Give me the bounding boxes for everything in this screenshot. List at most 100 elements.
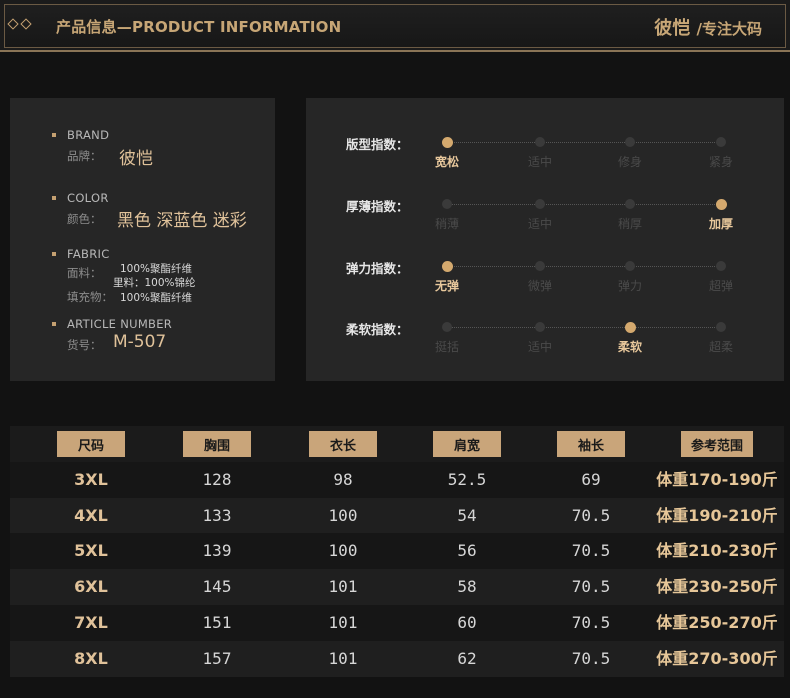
table-row: 6XL 145 101 58 70.5 体重230-250斤 bbox=[10, 569, 784, 605]
fabric-label-1: 面料： bbox=[67, 266, 102, 280]
table-cell: 4XL bbox=[74, 506, 108, 525]
fabric-label-en: FABRIC bbox=[67, 247, 110, 261]
table-cell: 体重250-270斤 bbox=[656, 613, 778, 632]
index-option-label: 超弹 bbox=[708, 279, 734, 293]
table-cell: 69 bbox=[581, 470, 601, 489]
fabric-label-3: 填充物： bbox=[67, 290, 113, 304]
table-cell: 70.5 bbox=[571, 541, 611, 560]
table-cell: 70.5 bbox=[571, 649, 611, 668]
index-option-label: 柔软 bbox=[617, 340, 643, 354]
brand-value: 彼恺 bbox=[119, 149, 153, 169]
table-cell: 98 bbox=[333, 470, 353, 489]
index-dot bbox=[535, 261, 545, 271]
index-option-label: 稍薄 bbox=[434, 217, 460, 231]
bullet-icon bbox=[52, 252, 56, 256]
index-track bbox=[447, 266, 721, 267]
table-cell: 8XL bbox=[74, 649, 108, 668]
index-option-label: 弹力 bbox=[617, 279, 643, 293]
bullet-icon bbox=[52, 196, 56, 200]
table-cell: 101 bbox=[328, 649, 358, 668]
index-option-label: 适中 bbox=[527, 217, 553, 231]
index-option-label: 宽松 bbox=[434, 155, 460, 169]
fit-index-panel: 版型指数： 宽松 适中 修身 紧身 厚薄指数： 稍薄 适中 稍厚 加厚 弹力指数： 无弹 微弹 弹力 超弹柔… bbox=[306, 98, 784, 381]
index-dot bbox=[535, 322, 545, 332]
index-dot-selected bbox=[715, 198, 727, 210]
color-label-cn: 颜色： bbox=[67, 212, 102, 226]
article-value: M-507 bbox=[113, 332, 167, 352]
bullet-icon bbox=[52, 133, 56, 137]
table-column-header: 衣长 bbox=[309, 431, 377, 457]
section-title: 产品信息—PRODUCT INFORMATION bbox=[56, 18, 342, 36]
index-track bbox=[447, 204, 721, 205]
table-cell: 100 bbox=[328, 541, 358, 560]
fabric-value-1: 100%聚酯纤维 bbox=[120, 263, 193, 275]
table-cell: 体重190-210斤 bbox=[656, 506, 778, 525]
table-cell: 54 bbox=[457, 506, 477, 525]
fabric-value-2: 里料：100%锦纶 bbox=[113, 277, 196, 289]
table-cell: 151 bbox=[202, 613, 232, 632]
index-label: 弹力指数： bbox=[346, 261, 409, 276]
table-row: 7XL 151 101 60 70.5 体重250-270斤 bbox=[10, 605, 784, 641]
index-option-label: 适中 bbox=[527, 340, 553, 354]
index-dot bbox=[625, 199, 635, 209]
index-option-label: 加厚 bbox=[708, 217, 734, 231]
table-cell: 133 bbox=[202, 506, 232, 525]
index-option-label: 无弹 bbox=[434, 279, 460, 293]
table-cell: 体重230-250斤 bbox=[656, 577, 778, 596]
table-cell: 128 bbox=[202, 470, 232, 489]
table-cell: 3XL bbox=[74, 470, 108, 489]
index-option-label: 紧身 bbox=[708, 155, 734, 169]
index-label: 厚薄指数： bbox=[346, 199, 409, 214]
article-label-cn: 货号： bbox=[67, 338, 102, 352]
table-cell: 62 bbox=[457, 649, 477, 668]
table-column-header: 袖长 bbox=[557, 431, 625, 457]
index-option-label: 适中 bbox=[527, 155, 553, 169]
index-dot bbox=[442, 322, 452, 332]
index-option-label: 稍厚 bbox=[617, 217, 643, 231]
index-label: 版型指数： bbox=[346, 137, 409, 152]
color-value: 黑色 深蓝色 迷彩 bbox=[117, 211, 247, 231]
fabric-value-3: 100%聚酯纤维 bbox=[120, 292, 193, 304]
table-cell: 60 bbox=[457, 613, 477, 632]
color-label-en: COLOR bbox=[67, 191, 109, 205]
index-label: 柔软指数： bbox=[346, 322, 409, 337]
table-column-header: 肩宽 bbox=[433, 431, 501, 457]
index-dot bbox=[716, 137, 726, 147]
brand-label-en: BRAND bbox=[67, 128, 110, 142]
index-track bbox=[447, 327, 721, 328]
index-dot bbox=[716, 261, 726, 271]
table-cell: 70.5 bbox=[571, 577, 611, 596]
table-column-header: 参考范围 bbox=[681, 431, 753, 457]
index-option-label: 超柔 bbox=[708, 340, 734, 354]
table-cell: 157 bbox=[202, 649, 232, 668]
table-header-row bbox=[10, 426, 784, 462]
index-option-label: 挺括 bbox=[434, 340, 460, 354]
index-track bbox=[447, 142, 721, 143]
table-cell: 100 bbox=[328, 506, 358, 525]
diamond-ornament-icon bbox=[7, 18, 35, 31]
header-bar: 产品信息—PRODUCT INFORMATION 彼恺 /专注大码 bbox=[0, 0, 790, 52]
table-cell: 体重270-300斤 bbox=[656, 649, 778, 668]
table-column-header: 胸围 bbox=[183, 431, 251, 457]
table-cell: 139 bbox=[202, 541, 232, 560]
index-dot bbox=[442, 199, 452, 209]
index-dot-selected bbox=[441, 136, 453, 148]
index-dot bbox=[625, 261, 635, 271]
table-row: 5XL 139 100 56 70.5 体重210-230斤 bbox=[10, 533, 784, 569]
header-divider bbox=[0, 50, 790, 52]
table-cell: 52.5 bbox=[447, 470, 487, 489]
table-cell: 56 bbox=[457, 541, 477, 560]
index-dot bbox=[535, 199, 545, 209]
brand-label-cn: 品牌： bbox=[67, 149, 102, 163]
table-cell: 101 bbox=[328, 613, 358, 632]
slogan: /专注大码 bbox=[696, 20, 762, 38]
index-dot-selected bbox=[624, 321, 636, 333]
table-row: 4XL 133 100 54 70.5 体重190-210斤 bbox=[10, 498, 784, 534]
table-row: 3XL 128 98 52.5 69 体重170-190斤 bbox=[10, 462, 784, 498]
brand-slogan: 彼恺 /专注大码 bbox=[654, 14, 762, 40]
table-cell: 体重170-190斤 bbox=[656, 470, 778, 489]
product-info-panel: BRAND 品牌： 彼恺 COLOR 颜色： 黑色 深蓝色 迷彩 FABRIC … bbox=[10, 98, 275, 381]
table-cell: 7XL bbox=[74, 613, 108, 632]
table-cell: 70.5 bbox=[571, 506, 611, 525]
index-dot bbox=[535, 137, 545, 147]
